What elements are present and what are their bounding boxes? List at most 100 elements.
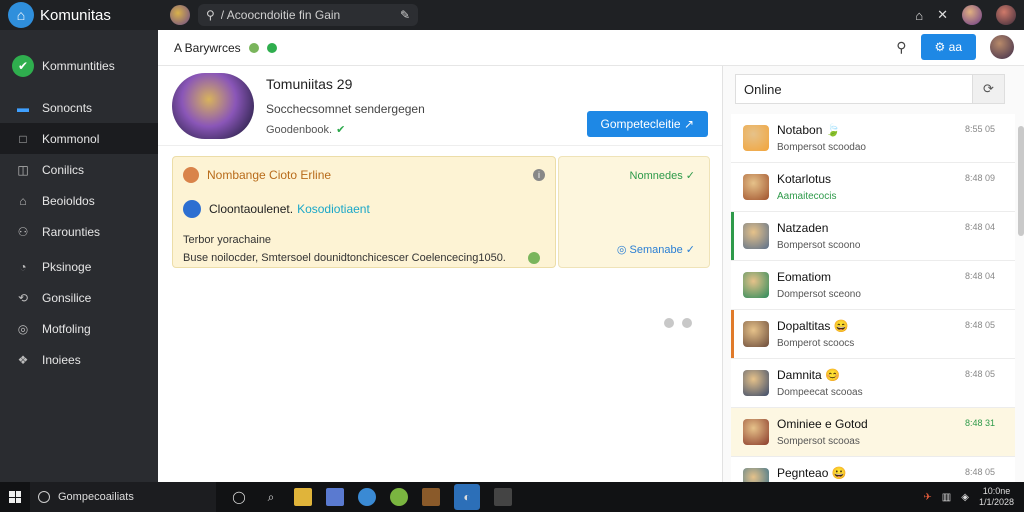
sidebar-item-pksinoge[interactable]: ◔ Pksinoge: [0, 251, 158, 282]
friend-emoji-icon: 😊: [825, 368, 840, 382]
presence-bar: [731, 408, 734, 456]
friend-avatar: [743, 125, 769, 151]
message-icon: ◔: [19, 259, 27, 274]
sidebar-item-label: Inoiees: [42, 352, 81, 367]
sidebar-item-conilics[interactable]: ◫ Conilics: [0, 154, 158, 185]
lock-icon: [266, 42, 277, 53]
top-avatar[interactable]: [170, 5, 190, 25]
komunitas-app-icon[interactable]: ◐: [454, 484, 480, 510]
friend-item[interactable]: Natzaden Bompersot scoono 8:48 04: [731, 212, 1015, 261]
sidebar-item-motfoling[interactable]: ◎ Motfoling: [0, 313, 158, 344]
profile-action-label: Gompetecleitie: [600, 117, 681, 131]
friend-time: 8:48 05: [964, 320, 995, 330]
profile-name: Tomuniitas 29: [266, 75, 353, 92]
pager-dot[interactable]: [682, 318, 692, 328]
taskbar-search[interactable]: Gompecoailiats: [30, 482, 216, 512]
friend-item[interactable]: Damnita 😊 Dompeecat scooas 8:48 05: [731, 359, 1015, 408]
scrollbar[interactable]: [1018, 126, 1024, 236]
breadcrumb[interactable]: A Barywrces: [174, 41, 241, 55]
presence-bar: [731, 261, 734, 309]
sidebar-item-sonocnts[interactable]: ▬ Sonocnts: [0, 92, 158, 123]
chat-icon[interactable]: ⌕: [262, 488, 280, 506]
friend-status: Dompersot sceono: [777, 289, 861, 300]
sidebar: ✔ Kommuntities ▬ Sonocnts □ Kommonol ◫ Coni…: [0, 30, 158, 482]
notice-body: Terbor yorachaine Buse noilocder, Smters…: [183, 232, 545, 267]
pin-icon[interactable]: ✎: [400, 8, 410, 22]
friend-time: 8:48 09: [964, 173, 995, 183]
presence-bar: [731, 163, 734, 211]
friend-item[interactable]: Dopaltitas 😄 Bomperot scoocs 8:48 05: [731, 310, 1015, 359]
friend-avatar: [743, 370, 769, 396]
app-logo-icon: ⌂: [8, 2, 34, 28]
sidebar-item-gonsilice[interactable]: ⟲ Gonsilice: [0, 282, 158, 313]
info-icon[interactable]: i: [533, 169, 545, 181]
presence-bar: [731, 359, 734, 407]
notice-link[interactable]: Kosodiotiaent: [297, 202, 370, 216]
friend-time: 8:55 05: [964, 124, 995, 134]
refresh-icon[interactable]: ⟳: [972, 75, 1004, 103]
pager-dots[interactable]: [664, 318, 692, 328]
app-icon[interactable]: [494, 488, 512, 506]
browser-icon[interactable]: [358, 488, 376, 506]
photos-icon[interactable]: [326, 488, 344, 506]
windows-icon: [9, 491, 21, 503]
user-avatar[interactable]: [996, 5, 1016, 25]
notice-line-2: Buse noilocder, Smtersoel dounidtonchice…: [183, 251, 506, 264]
volume-icon[interactable]: ◈: [961, 492, 969, 503]
taskbar-apps: ◯ ⌕ ◐: [230, 484, 512, 510]
friend-item[interactable]: Eomatiom Dompersot sceono 8:48 04: [731, 261, 1015, 310]
top-right-controls: ⌂ ✕: [915, 0, 1024, 30]
friend-name: Notabon: [777, 123, 823, 137]
friend-emoji-icon: 😀: [831, 466, 847, 480]
pager-dot[interactable]: [664, 318, 674, 328]
notification-icon[interactable]: ✈: [923, 492, 931, 503]
profile-action-button[interactable]: Gompetecleitie ↗: [586, 111, 708, 137]
sidebar-item-beoioldos[interactable]: ⌂ Beoioldos: [0, 185, 158, 216]
friend-item[interactable]: Ominiee e Gotod Sompersot scooas 8:48 31: [731, 408, 1015, 457]
profile-subtitle: Socchecsomnet sendergegen: [266, 101, 425, 116]
friend-name: Eomatiom: [777, 270, 832, 284]
top-bar: ⌂ Komunitas ⚲ / Acoocndoitie fin Gain ✎ …: [0, 0, 1024, 30]
schedule-link[interactable]: ◎ Semanabe ✓: [617, 243, 695, 256]
sidebar-header-label: Kommuntities: [42, 59, 115, 73]
sidebar-item-kommonol[interactable]: □ Kommonol: [0, 123, 158, 154]
friend-time: 8:48 04: [964, 271, 995, 281]
avatar[interactable]: [990, 35, 1014, 59]
friend-item[interactable]: Kotarlotus Aamaitecocis 8:48 09: [731, 163, 1015, 212]
folder-icon[interactable]: [294, 488, 312, 506]
search-input[interactable]: / Acoocndoitie fin Gain: [221, 8, 400, 22]
home-icon[interactable]: ⌂: [915, 8, 923, 23]
presence-bar: [731, 310, 734, 358]
friend-name: Ominiee e Gotod: [777, 417, 868, 431]
people-icon: ⚇: [17, 224, 29, 239]
clock[interactable]: 10:0ne 1/1/2028: [979, 486, 1014, 508]
sidebar-item-rarounties[interactable]: ⚇ Rarounties: [0, 216, 158, 247]
online-filter-input[interactable]: Online ⟳: [735, 74, 1005, 104]
sidebar-item-inoiees[interactable]: ❖ Inoiees: [0, 344, 158, 375]
friend-avatar: [743, 272, 769, 298]
settings-button[interactable]: ⚙ aa: [920, 34, 976, 60]
presence-bar: [731, 212, 734, 260]
search-box[interactable]: ⚲ / Acoocndoitie fin Gain ✎: [198, 4, 418, 26]
info-icon[interactable]: [527, 251, 540, 264]
chrome-icon[interactable]: [390, 488, 408, 506]
friend-status: Bompersot scoodao: [777, 142, 866, 153]
globe-icon: ◎: [17, 321, 29, 336]
pin-icon[interactable]: ✕: [937, 7, 948, 23]
profile-avatar[interactable]: [962, 5, 982, 25]
search-icon[interactable]: ⚲: [896, 39, 906, 56]
store-icon[interactable]: [422, 488, 440, 506]
brand[interactable]: ⌂ Komunitas: [0, 0, 158, 30]
friend-name: Pegnteao: [777, 466, 829, 480]
check-icon: ✔: [336, 123, 346, 136]
chat-icon: ◫: [17, 162, 29, 177]
monitor-icon: ▬: [17, 100, 29, 115]
notice-card: Nombange Cioto Erline i Cloontaoulenet. …: [172, 156, 556, 268]
content: Tomuniitas 29 Socchecsomnet sendergegen …: [158, 66, 722, 482]
sidebar-header[interactable]: ✔ Kommuntities: [0, 30, 158, 82]
network-icon[interactable]: ▥: [942, 492, 951, 503]
friend-item[interactable]: Notabon 🍃 Bompersot scoodao 8:55 05: [731, 114, 1015, 163]
cortana-icon[interactable]: ◯: [230, 488, 248, 506]
start-button[interactable]: [0, 491, 30, 503]
status-badge: Nomnedes ✓: [629, 170, 695, 182]
